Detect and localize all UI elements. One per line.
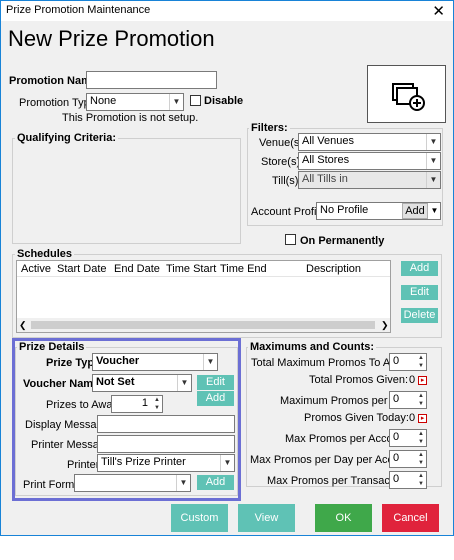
- spin-arrows-icon[interactable]: ▲ ▼: [416, 354, 426, 370]
- prizes-to-award-spinner[interactable]: 1 ▲ ▼: [111, 395, 163, 413]
- spin-arrows-icon[interactable]: ▲ ▼: [416, 472, 426, 488]
- prize-type-value: Voucher: [96, 355, 140, 367]
- chevron-down-icon: ▼: [220, 455, 234, 471]
- voucher-name-select[interactable]: Not Set ▼: [92, 374, 192, 392]
- given-today-label: Promos Given Today:: [304, 412, 409, 424]
- venue-select[interactable]: All Venues ▼: [298, 133, 441, 151]
- max-day-account-spinner[interactable]: 0 ▲ ▼: [389, 450, 427, 468]
- prize-promotion-window: Prize Promotion Maintenance ✕ New Prize …: [0, 0, 454, 552]
- promotion-name-input[interactable]: [86, 71, 217, 89]
- spin-arrows-icon[interactable]: ▲ ▼: [416, 430, 426, 446]
- chevron-down-icon: ▼: [169, 94, 183, 110]
- store-label: Store(s):: [261, 156, 304, 168]
- total-max-value: 0: [393, 355, 400, 367]
- spin-arrows-icon[interactable]: ▲ ▼: [152, 396, 162, 412]
- voucher-edit-button[interactable]: Edit: [197, 375, 234, 390]
- voucher-add-button[interactable]: Add: [197, 391, 234, 406]
- max-per-account-value: 0: [393, 431, 400, 443]
- scrollbar-thumb[interactable]: [31, 321, 375, 329]
- chevron-down-icon: ▼: [177, 375, 191, 391]
- print-format-add-button[interactable]: Add: [197, 475, 234, 490]
- print-format-select[interactable]: ▼: [74, 474, 191, 492]
- chevron-down-icon[interactable]: ▼: [429, 203, 440, 219]
- cancel-button[interactable]: Cancel: [382, 504, 439, 532]
- on-permanently-checkbox[interactable]: [285, 234, 296, 245]
- prizes-to-award-value: 1: [141, 397, 148, 409]
- max-day-account-value: 0: [393, 452, 400, 464]
- account-profile-add-button[interactable]: Add: [402, 203, 428, 219]
- view-usage-button[interactable]: View Usage: [238, 504, 295, 552]
- spin-arrows-icon[interactable]: ▲ ▼: [416, 392, 426, 408]
- reset-icon[interactable]: ▸: [418, 413, 428, 423]
- ok-button[interactable]: OK: [315, 504, 372, 532]
- total-given-label: Total Promos Given:: [309, 374, 409, 386]
- disable-checkbox[interactable]: [190, 95, 201, 106]
- column-header[interactable]: Active: [21, 263, 51, 275]
- printer-value: Till's Prize Printer: [101, 456, 186, 468]
- prize-type-select[interactable]: Voucher ▼: [92, 353, 218, 371]
- filters-label: Filters:: [249, 122, 290, 134]
- account-profile-value: No Profile: [320, 204, 369, 216]
- till-select[interactable]: All Tills in ▼: [298, 171, 441, 189]
- till-value: All Tills in: [302, 173, 348, 185]
- total-max-spinner[interactable]: 0 ▲ ▼: [389, 353, 427, 371]
- column-header[interactable]: Start Date: [57, 263, 107, 275]
- spin-arrows-icon[interactable]: ▲ ▼: [416, 451, 426, 467]
- max-per-account-spinner[interactable]: 0 ▲ ▼: [389, 429, 427, 447]
- column-header[interactable]: End Date: [114, 263, 160, 275]
- horizontal-scrollbar[interactable]: ❮ ❯: [17, 318, 390, 332]
- chevron-down-icon: ▼: [203, 354, 217, 370]
- column-header[interactable]: Time Start: [166, 263, 216, 275]
- chevron-down-icon: ▼: [176, 475, 190, 491]
- max-per-day-spinner[interactable]: 0 ▲ ▼: [389, 391, 427, 409]
- max-per-transaction-spinner[interactable]: 0 ▲ ▼: [389, 471, 427, 489]
- chevron-down-icon: ▼: [426, 172, 440, 188]
- total-given-value: 0 ▸: [409, 374, 428, 386]
- schedule-delete-button[interactable]: Delete: [401, 308, 438, 323]
- page-title: New Prize Promotion: [8, 26, 215, 51]
- maximums-label: Maximums and Counts:: [248, 341, 377, 353]
- schedules-header: Active Start Date End Date Time Start Ti…: [17, 261, 390, 277]
- max-per-transaction-value: 0: [393, 473, 400, 485]
- promotion-type-value: None: [90, 95, 117, 107]
- voucher-name-label: Voucher Name:: [23, 378, 103, 390]
- schedules-label: Schedules: [15, 248, 75, 260]
- scroll-right-icon[interactable]: ❯: [381, 318, 389, 332]
- display-message-input[interactable]: [97, 415, 235, 433]
- add-image-icon: [392, 83, 425, 111]
- column-header[interactable]: Description: [306, 263, 361, 275]
- title-bar: Prize Promotion Maintenance ✕: [1, 1, 453, 21]
- qualifying-criteria-group: [12, 138, 241, 244]
- chevron-down-icon: ▼: [426, 153, 440, 169]
- window-title: Prize Promotion Maintenance: [6, 4, 151, 16]
- column-header[interactable]: Time End: [220, 263, 267, 275]
- max-per-day-value: 0: [393, 393, 400, 405]
- qualifying-criteria-label: Qualifying Criteria:: [15, 132, 119, 144]
- venue-value: All Venues: [302, 135, 354, 147]
- given-today-value: 0 ▸: [409, 412, 428, 424]
- printer-message-input[interactable]: [97, 435, 235, 453]
- custom-info-button[interactable]: Custom Info: [171, 504, 228, 552]
- reset-icon[interactable]: ▸: [418, 375, 428, 385]
- schedule-add-button[interactable]: Add: [401, 261, 438, 276]
- promotion-type-select[interactable]: None ▼: [86, 93, 184, 111]
- on-permanently-label: On Permanently: [300, 235, 385, 247]
- disable-label: Disable: [204, 95, 244, 107]
- voucher-name-value: Not Set: [96, 376, 135, 388]
- schedules-table[interactable]: Active Start Date End Date Time Start Ti…: [16, 260, 391, 333]
- close-icon[interactable]: ✕: [432, 2, 445, 20]
- scroll-left-icon[interactable]: ❮: [19, 318, 27, 332]
- setup-note: This Promotion is not setup.: [62, 112, 199, 124]
- schedule-edit-button[interactable]: Edit: [401, 285, 438, 300]
- store-value: All Stores: [302, 154, 350, 166]
- add-image-button[interactable]: [367, 65, 446, 123]
- store-select[interactable]: All Stores ▼: [298, 152, 441, 170]
- chevron-down-icon: ▼: [426, 134, 440, 150]
- printer-select[interactable]: Till's Prize Printer ▼: [97, 454, 235, 472]
